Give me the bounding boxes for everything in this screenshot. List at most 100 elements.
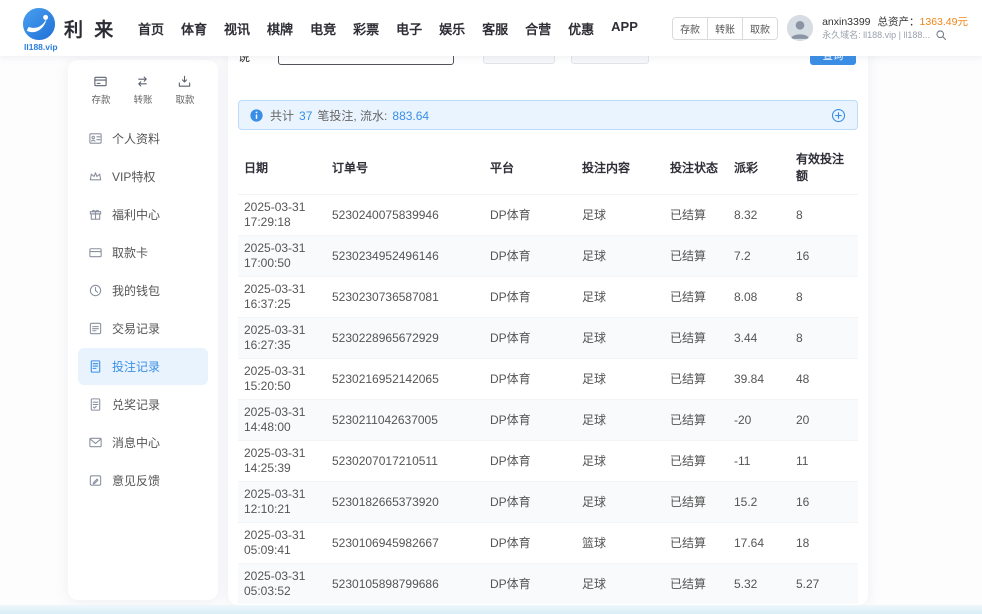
assets-value: 1363.49元: [920, 16, 968, 28]
row-date: 2025-03-31: [244, 241, 320, 256]
row-date: 2025-03-31: [244, 569, 320, 584]
nav-item-10[interactable]: 合营: [525, 19, 551, 38]
shortcut-label: 转账: [133, 92, 152, 106]
cell-valid-bet: 11: [790, 441, 858, 482]
sidebar-item-2[interactable]: VIP特权: [78, 158, 208, 195]
table-row: 2025-03-3115:20:505230216952142065DP体育足球…: [238, 359, 858, 400]
cell-content: 足球: [576, 359, 664, 400]
quick-action-3[interactable]: 取款: [742, 18, 777, 39]
cell-date: 2025-03-3117:29:18: [238, 195, 326, 236]
row-time: 16:37:25: [244, 297, 320, 312]
cell-order: 5230234952496146: [326, 236, 484, 277]
row-date: 2025-03-31: [244, 487, 320, 502]
column-header-5: 投注状态: [664, 140, 728, 195]
sidebar-item-3[interactable]: 福利中心: [78, 196, 208, 233]
column-header-6: 派彩: [728, 140, 790, 195]
cell-payout: -20: [728, 400, 790, 441]
cell-date: 2025-03-3116:27:35: [238, 318, 326, 359]
nav-item-4[interactable]: 棋牌: [267, 19, 293, 38]
sidebar-item-5[interactable]: 我的钱包: [78, 272, 208, 309]
column-header-2: 订单号: [326, 140, 484, 195]
cell-content: 足球: [576, 318, 664, 359]
header-right: 存款转账取款 anxin3399 总资产：1363.49元 永久域名: ll18…: [672, 15, 968, 41]
logo-domain: ll188.vip: [24, 42, 58, 52]
nav-item-3[interactable]: 视讯: [224, 19, 250, 38]
circle-plus-icon[interactable]: [831, 108, 846, 123]
cell-order: 5230207017210511: [326, 441, 484, 482]
nav-item-12[interactable]: APP: [611, 19, 638, 38]
quick-action-1[interactable]: 存款: [673, 18, 707, 39]
cell-payout: 8.08: [728, 277, 790, 318]
cell-status: 已结算: [664, 400, 728, 441]
table-row: 2025-03-3117:29:185230240075839946DP体育足球…: [238, 195, 858, 236]
cell-order: 5230230736587081: [326, 277, 484, 318]
cell-platform: DP体育: [484, 195, 576, 236]
table-header-row: 日期订单号平台投注内容投注状态派彩有效投注额: [238, 140, 858, 195]
info-icon: [250, 109, 263, 122]
cell-content: 足球: [576, 277, 664, 318]
logo[interactable]: 利 来 ll188.vip: [22, 4, 124, 52]
user-line-1: anxin3399 总资产：1363.49元: [822, 15, 968, 29]
cell-status: 已结算: [664, 441, 728, 482]
nav-item-1[interactable]: 首页: [138, 19, 164, 38]
nav-item-7[interactable]: 电子: [396, 19, 422, 38]
user-info: anxin3399 总资产：1363.49元 永久域名: ll188.vip |…: [822, 15, 968, 41]
bets-table: 日期订单号平台投注内容投注状态派彩有效投注额 2025-03-3117:29:1…: [238, 140, 858, 604]
sidebar-item-label: 个人资料: [112, 130, 160, 147]
sidebar-item-10[interactable]: 意见反馈: [78, 462, 208, 499]
table-row: 2025-03-3114:25:395230207017210511DP体育足球…: [238, 441, 858, 482]
sidebar-item-4[interactable]: 取款卡: [78, 234, 208, 271]
cell-payout: -11: [728, 441, 790, 482]
summary-text: 共计 37 笔投注, 流水: 883.64: [270, 107, 429, 124]
vip-icon: [88, 169, 103, 184]
sidebar-item-7[interactable]: 投注记录: [78, 348, 208, 385]
sidebar-item-label: 兑奖记录: [112, 396, 160, 413]
sidebar-item-8[interactable]: 兑奖记录: [78, 386, 208, 423]
summary-banner: 共计 37 笔投注, 流水: 883.64: [238, 100, 858, 130]
nav-item-8[interactable]: 娱乐: [439, 19, 465, 38]
quick-action-2[interactable]: 转账: [707, 18, 742, 39]
sidebar-item-label: 福利中心: [112, 206, 160, 223]
cell-valid-bet: 5.27: [790, 564, 858, 605]
cell-platform: DP体育: [484, 441, 576, 482]
table-row: 2025-03-3105:09:415230106945982667DP体育篮球…: [238, 523, 858, 564]
cell-date: 2025-03-3114:25:39: [238, 441, 326, 482]
nav-item-9[interactable]: 客服: [482, 19, 508, 38]
cell-platform: DP体育: [484, 482, 576, 523]
permanent-domain: 永久域名: ll188.vip | ll188...: [822, 29, 930, 41]
shortcut-label: 取款: [175, 92, 194, 106]
nav-item-11[interactable]: 优惠: [568, 19, 594, 38]
nav-item-2[interactable]: 体育: [181, 19, 207, 38]
sidebar-item-6[interactable]: 交易记录: [78, 310, 208, 347]
sidebar-shortcuts: 存款转账 取款: [78, 72, 208, 118]
shortcut-withdraw[interactable]: 取款: [175, 74, 194, 106]
cell-platform: DP体育: [484, 318, 576, 359]
search-icon[interactable]: [935, 29, 947, 41]
sidebar-item-label: VIP特权: [112, 168, 155, 185]
nav-item-6[interactable]: 彩票: [353, 19, 379, 38]
row-time: 12:10:21: [244, 502, 320, 517]
assets: 总资产：1363.49元: [878, 15, 968, 29]
nav-item-5[interactable]: 电竞: [310, 19, 336, 38]
avatar[interactable]: [787, 15, 813, 41]
sidebar-item-1[interactable]: 个人资料: [78, 120, 208, 157]
transfer-icon: [135, 74, 150, 89]
wallet-icon: [88, 283, 103, 298]
shortcut-deposit[interactable]: 存款: [91, 74, 110, 106]
column-header-3: 平台: [484, 140, 576, 195]
cell-content: 足球: [576, 564, 664, 605]
shortcut-transfer[interactable]: 转账: [133, 74, 152, 106]
sidebar-item-9[interactable]: 消息中心: [78, 424, 208, 461]
cell-payout: 17.64: [728, 523, 790, 564]
cell-payout: 15.2: [728, 482, 790, 523]
cell-payout: 5.32: [728, 564, 790, 605]
withdraw-icon: [177, 74, 192, 89]
row-date: 2025-03-31: [244, 282, 320, 297]
redeem-icon: [88, 397, 103, 412]
cell-payout: 7.2: [728, 236, 790, 277]
card-icon: [88, 245, 103, 260]
cell-status: 已结算: [664, 195, 728, 236]
cell-content: 足球: [576, 482, 664, 523]
table-row: 2025-03-3117:00:505230234952496146DP体育足球…: [238, 236, 858, 277]
cell-valid-bet: 20: [790, 400, 858, 441]
